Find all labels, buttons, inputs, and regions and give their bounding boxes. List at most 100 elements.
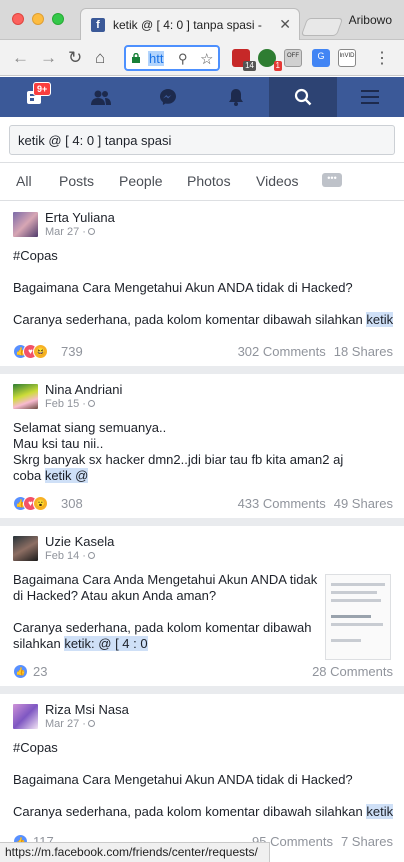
invid-icon[interactable]: InVID (338, 49, 356, 67)
forward-arrow-icon[interactable]: → (40, 48, 57, 68)
thumbnail-line (331, 591, 377, 594)
highlighted-term: ketik @ (44, 468, 89, 483)
post-date: Feb 15 · (45, 398, 86, 410)
post-card: Riza Msi Nasa Mar 27 · #Copas Bagaimana … (0, 694, 404, 862)
home-icon[interactable]: ⌂ (95, 48, 105, 68)
shares-count[interactable]: 49 Shares (334, 496, 393, 511)
post-card: Erta Yuliana Mar 27 · #Copas Bagaimana C… (0, 202, 404, 374)
nav-messenger[interactable] (135, 77, 202, 117)
nav-notifications[interactable] (202, 77, 269, 117)
search-input[interactable]: ketik @ [ 4: 0 ] tanpa spasi (9, 125, 395, 155)
reload-icon[interactable]: ↻ (68, 48, 82, 68)
tab-people[interactable]: People (119, 173, 163, 189)
comments-count[interactable]: 433 Comments (238, 496, 326, 511)
window-minimize-button[interactable] (32, 13, 44, 25)
avatar[interactable] (13, 384, 38, 409)
search-icon (294, 88, 312, 106)
ublock-icon[interactable]: 14 (232, 49, 256, 71)
more-tabs-button[interactable]: ••• (322, 173, 342, 187)
post-meta[interactable]: Mar 27 · (45, 718, 95, 730)
grammarly-icon[interactable]: 1 (258, 49, 282, 71)
nav-menu[interactable] (337, 77, 404, 117)
window-maximize-button[interactable] (52, 13, 64, 25)
highlighted-term: ketik (366, 804, 394, 819)
post-author[interactable]: Riza Msi Nasa (45, 702, 129, 717)
post-card: Uzie Kasela Feb 14 · Bagaimana Cara Anda… (0, 526, 404, 694)
tab-photos[interactable]: Photos (187, 173, 231, 189)
post-stats: 302 Comments 18 Shares (230, 344, 393, 359)
globe-icon (87, 720, 95, 727)
post-date: Feb 14 · (45, 550, 86, 562)
thumbnail-line (331, 639, 361, 642)
haha-reaction-icon: 😆 (33, 344, 48, 359)
globe-icon (87, 552, 95, 559)
like-reaction-icon: 👍 (13, 664, 28, 679)
tab-close-icon[interactable]: ✕ (279, 16, 291, 33)
post-author[interactable]: Uzie Kasela (45, 534, 114, 549)
new-tab-button[interactable] (300, 18, 344, 36)
post-meta[interactable]: Feb 14 · (45, 550, 95, 562)
shares-count[interactable]: 7 Shares (341, 834, 393, 849)
zoom-icon[interactable]: ⚲ (178, 51, 188, 67)
post-author[interactable]: Nina Andriani (45, 382, 122, 397)
highlighted-term: ketik: @ [ 4 : 0 (64, 636, 148, 651)
post-meta[interactable]: Feb 15 · (45, 398, 95, 410)
tab-all[interactable]: All (16, 173, 32, 189)
profile-name[interactable]: Aribowo (349, 13, 392, 27)
post-body[interactable]: #Copas Bagaimana Cara Mengetahui Akun AN… (13, 740, 394, 820)
nav-friends[interactable] (67, 77, 134, 117)
wow-reaction-icon: 😮 (33, 496, 48, 511)
shares-count[interactable]: 18 Shares (334, 344, 393, 359)
post-line: coba (13, 468, 45, 483)
browser-tab[interactable]: f ketik @ [ 4: 0 ] tanpa spasi - ✕ (80, 8, 300, 40)
facebook-nav-bar: 9+ (0, 77, 404, 117)
notifications-icon (228, 89, 243, 106)
reaction-count[interactable]: 308 (61, 496, 83, 511)
post-line: Caranya sederhana, pada kolom komentar d… (13, 312, 367, 327)
url-text[interactable]: htt (148, 51, 165, 66)
bookmark-star-icon[interactable]: ☆ (200, 50, 213, 68)
reaction-count[interactable]: 23 (33, 664, 47, 679)
post-line: Bagaimana Cara Anda Mengetahui Akun ANDA… (13, 572, 318, 587)
post-card: Nina Andriani Feb 15 · Selamat siang sem… (0, 374, 404, 526)
ublock-badge: 14 (243, 61, 256, 71)
tab-videos[interactable]: Videos (256, 173, 299, 189)
status-bar-url: https://m.facebook.com/friends/center/re… (0, 842, 270, 862)
translate-icon[interactable]: G (312, 49, 330, 67)
nav-home[interactable]: 9+ (0, 77, 67, 117)
browser-menu-icon[interactable]: ⋮ (374, 48, 390, 68)
post-line: Skrg banyak sx hacker dmn2..jdi biar tau… (13, 452, 344, 467)
lock-icon (132, 53, 140, 63)
address-bar[interactable]: htt ⚲ ☆ (124, 45, 220, 71)
back-arrow-icon[interactable]: ← (12, 48, 29, 68)
avatar[interactable] (13, 704, 38, 729)
globe-icon (87, 400, 95, 407)
avatar[interactable] (13, 212, 38, 237)
post-line: silahkan (13, 636, 65, 651)
search-bar: ketik @ [ 4: 0 ] tanpa spasi (0, 117, 404, 163)
search-filter-tabs: All Posts People Photos Videos ••• (0, 163, 404, 201)
post-line: Selamat siang semuanya.. (13, 420, 167, 435)
translate-label: G (317, 51, 325, 61)
off-icon[interactable]: OFF (284, 49, 302, 67)
post-body[interactable]: #Copas Bagaimana Cara Mengetahui Akun AN… (13, 248, 394, 328)
window-close-button[interactable] (12, 13, 24, 25)
post-stats: 28 Comments (304, 664, 393, 679)
post-line: Caranya sederhana, pada kolom komentar d… (13, 620, 312, 635)
post-attachment-thumbnail[interactable] (325, 574, 391, 660)
avatar[interactable] (13, 536, 38, 561)
post-author[interactable]: Erta Yuliana (45, 210, 115, 225)
thumbnail-line (331, 623, 383, 626)
comments-count[interactable]: 28 Comments (312, 664, 393, 679)
post-meta[interactable]: Mar 27 · (45, 226, 95, 238)
reaction-count[interactable]: 739 (61, 344, 83, 359)
post-body[interactable]: Bagaimana Cara Anda Mengetahui Akun ANDA… (13, 572, 317, 652)
post-line: Caranya sederhana, pada kolom komentar d… (13, 804, 367, 819)
globe-icon (87, 228, 95, 235)
nav-search[interactable] (269, 77, 337, 117)
comments-count[interactable]: 302 Comments (238, 344, 326, 359)
post-line: Bagaimana Cara Mengetahui Akun ANDA tida… (13, 280, 353, 295)
post-body[interactable]: Selamat siang semuanya.. Mau ksi tau nii… (13, 420, 343, 484)
post-line: #Copas (13, 740, 58, 755)
tab-posts[interactable]: Posts (59, 173, 94, 189)
